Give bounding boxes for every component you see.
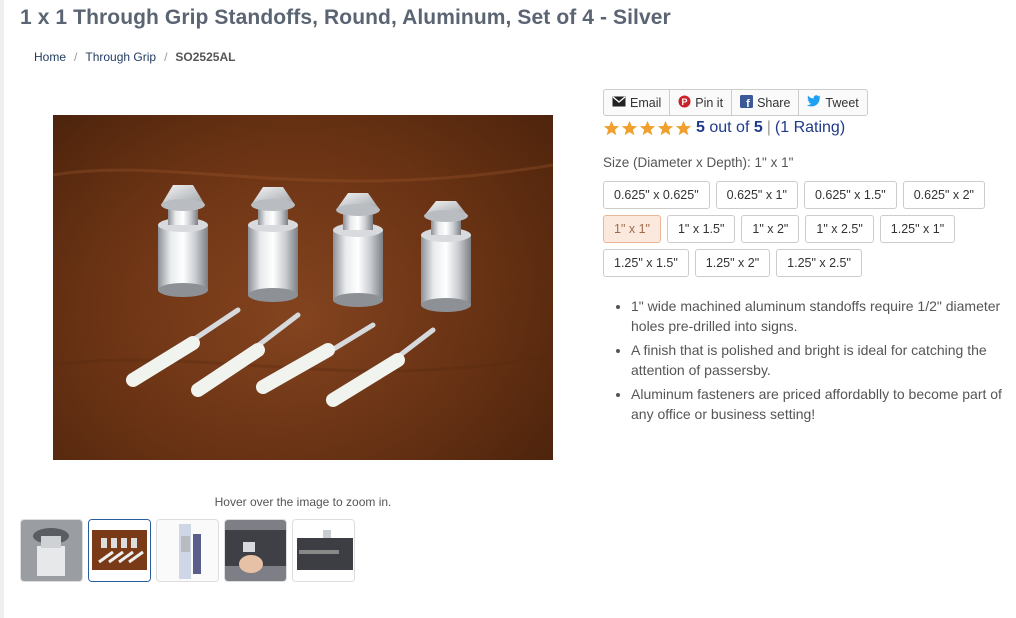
pinterest-icon: P: [678, 95, 691, 111]
breadcrumb-separator: /: [164, 50, 168, 64]
thumbnail-image: [293, 520, 354, 581]
tweet-label: Tweet: [825, 95, 859, 110]
feature-item: A finish that is polished and bright is …: [631, 340, 1016, 380]
size-option[interactable]: 0.625" x 1": [715, 181, 798, 209]
star-icon: [675, 120, 692, 135]
size-row: 0.625" x 0.625" 0.625" x 1" 0.625" x 1.5…: [603, 181, 985, 209]
size-label: Size (Diameter x Depth): 1" x 1": [603, 155, 794, 170]
main-product-image[interactable]: [53, 115, 553, 460]
svg-text:f: f: [746, 98, 750, 108]
thumbnail-image: [21, 520, 82, 581]
thumbnail-3[interactable]: [156, 519, 219, 582]
envelope-icon: [612, 96, 626, 110]
product-photo: [53, 115, 553, 460]
pin-label: Pin it: [695, 95, 724, 110]
feature-item: Aluminum fasteners are priced affordabll…: [631, 384, 1016, 424]
thumbnail-image: [225, 520, 286, 581]
size-option[interactable]: 1.25" x 1": [879, 215, 956, 243]
star-icon: [639, 120, 656, 135]
size-option[interactable]: 1.25" x 2.5": [776, 249, 862, 277]
twitter-icon: [807, 95, 821, 110]
rating-separator: |: [766, 119, 771, 136]
breadcrumb-home[interactable]: Home: [34, 50, 66, 64]
size-option-selected[interactable]: 1" x 1": [603, 215, 661, 243]
size-option[interactable]: 0.625" x 2": [902, 181, 985, 209]
page-title: 1 x 1 Through Grip Standoffs, Round, Alu…: [20, 6, 671, 29]
breadcrumb-current: SO2525AL: [175, 50, 236, 64]
breadcrumb: Home / Through Grip / SO2525AL: [34, 50, 235, 64]
star-rating: [603, 120, 692, 137]
size-option[interactable]: 1" x 2": [741, 215, 800, 243]
size-options: 0.625" x 0.625" 0.625" x 1" 0.625" x 1.5…: [603, 181, 985, 283]
thumbnail-5[interactable]: [292, 519, 355, 582]
size-row: 1" x 1" 1" x 1.5" 1" x 2" 1" x 2.5" 1.25…: [603, 215, 983, 243]
facebook-share-button[interactable]: f Share: [732, 90, 800, 115]
thumbnail-image: [89, 520, 150, 581]
zoom-hint: Hover over the image to zoom in.: [214, 495, 392, 509]
left-border: [0, 0, 4, 618]
rating-count-link[interactable]: (1 Rating): [775, 119, 845, 137]
rating-out-of: out of: [709, 119, 750, 136]
twitter-share-button[interactable]: Tweet: [799, 90, 866, 115]
rating-score: 5: [696, 119, 705, 136]
size-option[interactable]: 1.25" x 2": [694, 249, 771, 277]
size-option[interactable]: 1.25" x 1.5": [603, 249, 689, 277]
size-option[interactable]: 0.625" x 0.625": [603, 181, 710, 209]
thumbnail-strip: [20, 519, 355, 582]
feature-item: 1" wide machined aluminum standoffs requ…: [631, 296, 1016, 336]
size-row: 1.25" x 1.5" 1.25" x 2" 1.25" x 2.5": [603, 249, 983, 277]
email-share-button[interactable]: Email: [604, 90, 671, 115]
size-option[interactable]: 0.625" x 1.5": [803, 181, 897, 209]
size-option[interactable]: 1" x 1.5": [666, 215, 736, 243]
star-icon: [657, 120, 674, 135]
star-icon: [603, 120, 620, 135]
thumbnail-1[interactable]: [20, 519, 83, 582]
feature-list: 1" wide machined aluminum standoffs requ…: [613, 296, 1016, 428]
thumbnail-image: [157, 520, 218, 581]
svg-text:P: P: [682, 97, 688, 107]
pinterest-share-button[interactable]: P Pin it: [670, 90, 733, 115]
facebook-icon: f: [740, 94, 754, 111]
share-bar: Email P Pin it f Share Tweet: [603, 89, 868, 116]
share-label: Share: [757, 95, 791, 110]
email-label: Email: [630, 95, 662, 110]
breadcrumb-category[interactable]: Through Grip: [85, 50, 156, 64]
rating-max: 5: [753, 119, 763, 136]
size-option[interactable]: 1" x 2.5": [805, 215, 874, 243]
rating-summary: 5 out of 5 | (1 Rating): [603, 119, 845, 137]
thumbnail-2[interactable]: [88, 519, 151, 582]
breadcrumb-separator: /: [74, 50, 78, 64]
thumbnail-4[interactable]: [224, 519, 287, 582]
star-icon: [621, 120, 638, 135]
